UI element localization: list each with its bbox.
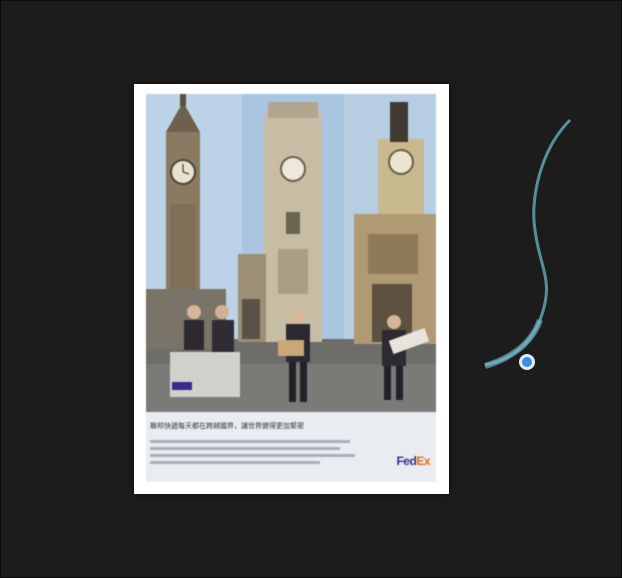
ad-headline: 聯邦快遞每天都在跨越國界，讓世界變得更加緊密 <box>150 423 304 430</box>
fedex-advertisement-image: 聯邦快遞每天都在跨越國界，讓世界變得更加緊密 FedEx <box>146 94 436 482</box>
photo-card[interactable]: 聯邦快遞每天都在跨越國界，讓世界變得更加緊密 FedEx <box>134 84 449 494</box>
drag-gesture-trail <box>484 118 572 370</box>
ad-body-text <box>150 436 360 464</box>
clock-towers-photo <box>146 94 436 412</box>
logo-part-ex: Ex <box>416 454 430 468</box>
fedex-logo: FedEx <box>396 454 430 468</box>
logo-part-fed: Fed <box>396 454 417 468</box>
